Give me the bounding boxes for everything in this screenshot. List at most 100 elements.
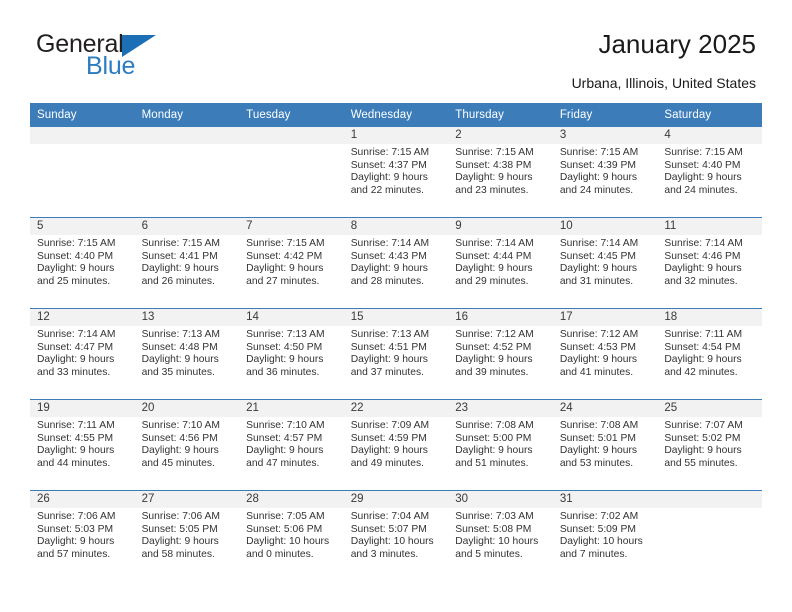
sunset-text: Sunset: 4:48 PM (141, 341, 218, 353)
sunrise-text: Sunrise: 7:15 AM (350, 147, 430, 158)
calendar-day-cell[interactable]: 22 Sunrise: 7:09 AM Sunset: 4:59 PM Dayl… (343, 399, 449, 491)
sunset-text: Sunset: 4:45 PM (559, 250, 636, 262)
calendar-day-cell[interactable]: 3 Sunrise: 7:15 AM Sunset: 4:39 PM Dayli… (552, 127, 658, 218)
calendar-day-cell[interactable] (239, 127, 344, 218)
calendar-day-cell[interactable]: 31 Sunrise: 7:02 AM Sunset: 5:09 PM Dayl… (552, 490, 658, 581)
calendar-day-cell[interactable]: 16 Sunrise: 7:12 AM Sunset: 4:52 PM Dayl… (448, 308, 553, 400)
calendar-day-cell[interactable]: 27 Sunrise: 7:06 AM Sunset: 5:05 PM Dayl… (134, 490, 240, 581)
day-details: Sunrise: 7:11 AM Sunset: 4:55 PM Dayligh… (30, 417, 135, 470)
weekday-header-monday: Monday (134, 103, 240, 127)
calendar-day-cell[interactable]: 9 Sunrise: 7:14 AM Sunset: 4:44 PM Dayli… (448, 217, 553, 309)
day-details: Sunrise: 7:06 AM Sunset: 5:03 PM Dayligh… (30, 508, 135, 561)
location-subtitle: Urbana, Illinois, United States (571, 75, 756, 91)
calendar-week-row: 12 Sunrise: 7:14 AM Sunset: 4:47 PM Dayl… (30, 308, 762, 400)
day-details: Sunrise: 7:07 AM Sunset: 5:02 PM Dayligh… (657, 417, 762, 470)
sunrise-text: Sunrise: 7:07 AM (664, 420, 743, 431)
daylight-text-line2: and 32 minutes. (664, 275, 738, 287)
calendar-day-cell[interactable] (657, 490, 762, 581)
sunset-text: Sunset: 5:00 PM (455, 432, 532, 444)
daylight-text-line2: and 53 minutes. (559, 457, 634, 469)
daylight-text-line1: Daylight: 9 hours (246, 445, 324, 457)
calendar-day-cell[interactable]: 24 Sunrise: 7:08 AM Sunset: 5:01 PM Dayl… (552, 399, 658, 491)
day-details: Sunrise: 7:14 AM Sunset: 4:43 PM Dayligh… (344, 235, 449, 288)
sunset-text: Sunset: 4:51 PM (350, 341, 427, 353)
calendar-day-cell[interactable]: 19 Sunrise: 7:11 AM Sunset: 4:55 PM Dayl… (30, 399, 135, 491)
daylight-text-line1: Daylight: 9 hours (455, 445, 533, 457)
sunset-text: Sunset: 5:02 PM (664, 432, 741, 444)
calendar-day-cell[interactable]: 23 Sunrise: 7:08 AM Sunset: 5:00 PM Dayl… (448, 399, 553, 491)
day-number: 1 (343, 127, 449, 144)
calendar-week-row: 19 Sunrise: 7:11 AM Sunset: 4:55 PM Dayl… (30, 399, 762, 491)
daylight-text-line2: and 37 minutes. (350, 366, 424, 378)
weekday-header-friday: Friday (552, 103, 658, 127)
daylight-text-line1: Daylight: 9 hours (141, 536, 219, 548)
day-number: 2 (448, 127, 553, 144)
calendar-table: Sunday Monday Tuesday Wednesday Thursday… (30, 103, 762, 581)
day-number: 30 (448, 491, 553, 508)
sunrise-text: Sunrise: 7:15 AM (246, 238, 325, 249)
day-number (657, 491, 762, 508)
calendar-day-cell[interactable]: 29 Sunrise: 7:04 AM Sunset: 5:07 PM Dayl… (343, 490, 449, 581)
day-number: 7 (239, 218, 344, 235)
general-blue-logo: General Blue (36, 32, 256, 84)
daylight-text-line1: Daylight: 9 hours (141, 354, 219, 366)
daylight-text-line1: Daylight: 9 hours (455, 263, 533, 275)
day-number: 3 (552, 127, 658, 144)
calendar-day-cell[interactable] (134, 127, 240, 218)
calendar-day-cell[interactable]: 25 Sunrise: 7:07 AM Sunset: 5:02 PM Dayl… (657, 399, 762, 491)
calendar-day-cell[interactable]: 18 Sunrise: 7:11 AM Sunset: 4:54 PM Dayl… (657, 308, 762, 400)
calendar-day-cell[interactable]: 28 Sunrise: 7:05 AM Sunset: 5:06 PM Dayl… (239, 490, 344, 581)
calendar-day-cell[interactable]: 21 Sunrise: 7:10 AM Sunset: 4:57 PM Dayl… (239, 399, 344, 491)
day-details: Sunrise: 7:15 AM Sunset: 4:41 PM Dayligh… (135, 235, 240, 288)
sunrise-text: Sunrise: 7:13 AM (141, 329, 220, 340)
calendar-day-cell[interactable]: 26 Sunrise: 7:06 AM Sunset: 5:03 PM Dayl… (30, 490, 135, 581)
daylight-text-line1: Daylight: 9 hours (455, 354, 533, 366)
sunrise-text: Sunrise: 7:04 AM (350, 511, 430, 522)
sunset-text: Sunset: 5:01 PM (559, 432, 636, 444)
day-number: 29 (343, 491, 449, 508)
calendar-day-cell[interactable]: 1 Sunrise: 7:15 AM Sunset: 4:37 PM Dayli… (343, 127, 449, 218)
daylight-text-line1: Daylight: 9 hours (350, 445, 428, 457)
calendar-day-cell[interactable]: 10 Sunrise: 7:14 AM Sunset: 4:45 PM Dayl… (552, 217, 658, 309)
daylight-text-line2: and 27 minutes. (246, 275, 320, 287)
calendar-day-cell[interactable]: 7 Sunrise: 7:15 AM Sunset: 4:42 PM Dayli… (239, 217, 344, 309)
sunset-text: Sunset: 4:50 PM (246, 341, 323, 353)
sunrise-text: Sunrise: 7:15 AM (664, 147, 743, 158)
daylight-text-line1: Daylight: 9 hours (37, 354, 115, 366)
calendar-day-cell[interactable]: 30 Sunrise: 7:03 AM Sunset: 5:08 PM Dayl… (448, 490, 553, 581)
calendar-day-cell[interactable]: 5 Sunrise: 7:15 AM Sunset: 4:40 PM Dayli… (30, 217, 135, 309)
daylight-text-line2: and 22 minutes. (350, 184, 424, 196)
calendar-day-cell[interactable] (30, 127, 135, 218)
sunset-text: Sunset: 4:39 PM (559, 159, 636, 171)
calendar-day-cell[interactable]: 6 Sunrise: 7:15 AM Sunset: 4:41 PM Dayli… (134, 217, 240, 309)
daylight-text-line2: and 26 minutes. (141, 275, 215, 287)
daylight-text-line1: Daylight: 9 hours (559, 263, 638, 275)
calendar-day-cell[interactable]: 17 Sunrise: 7:12 AM Sunset: 4:53 PM Dayl… (552, 308, 658, 400)
daylight-text-line1: Daylight: 10 hours (246, 536, 330, 548)
logo-text-blue: Blue (86, 52, 136, 80)
sunset-text: Sunset: 4:40 PM (37, 250, 114, 262)
day-details: Sunrise: 7:08 AM Sunset: 5:00 PM Dayligh… (448, 417, 553, 470)
sunset-text: Sunset: 4:47 PM (37, 341, 114, 353)
calendar-day-cell[interactable]: 12 Sunrise: 7:14 AM Sunset: 4:47 PM Dayl… (30, 308, 135, 400)
daylight-text-line1: Daylight: 10 hours (559, 536, 643, 548)
calendar-day-cell[interactable]: 4 Sunrise: 7:15 AM Sunset: 4:40 PM Dayli… (657, 127, 762, 218)
day-details: Sunrise: 7:09 AM Sunset: 4:59 PM Dayligh… (344, 417, 449, 470)
calendar-day-cell[interactable]: 14 Sunrise: 7:13 AM Sunset: 4:50 PM Dayl… (239, 308, 344, 400)
day-details: Sunrise: 7:15 AM Sunset: 4:39 PM Dayligh… (553, 144, 658, 197)
day-number: 15 (343, 309, 449, 326)
sunset-text: Sunset: 5:05 PM (141, 523, 218, 535)
sunrise-text: Sunrise: 7:12 AM (455, 329, 534, 340)
sunrise-text: Sunrise: 7:12 AM (559, 329, 639, 340)
calendar-day-cell[interactable]: 2 Sunrise: 7:15 AM Sunset: 4:38 PM Dayli… (448, 127, 553, 218)
calendar-day-cell[interactable]: 13 Sunrise: 7:13 AM Sunset: 4:48 PM Dayl… (134, 308, 240, 400)
daylight-text-line2: and 42 minutes. (664, 366, 738, 378)
calendar-day-cell[interactable]: 8 Sunrise: 7:14 AM Sunset: 4:43 PM Dayli… (343, 217, 449, 309)
daylight-text-line2: and 41 minutes. (559, 366, 634, 378)
day-number: 28 (239, 491, 344, 508)
calendar-day-cell[interactable]: 11 Sunrise: 7:14 AM Sunset: 4:46 PM Dayl… (657, 217, 762, 309)
sunrise-text: Sunrise: 7:15 AM (559, 147, 639, 158)
day-number: 16 (448, 309, 553, 326)
calendar-day-cell[interactable]: 15 Sunrise: 7:13 AM Sunset: 4:51 PM Dayl… (343, 308, 449, 400)
calendar-day-cell[interactable]: 20 Sunrise: 7:10 AM Sunset: 4:56 PM Dayl… (134, 399, 240, 491)
